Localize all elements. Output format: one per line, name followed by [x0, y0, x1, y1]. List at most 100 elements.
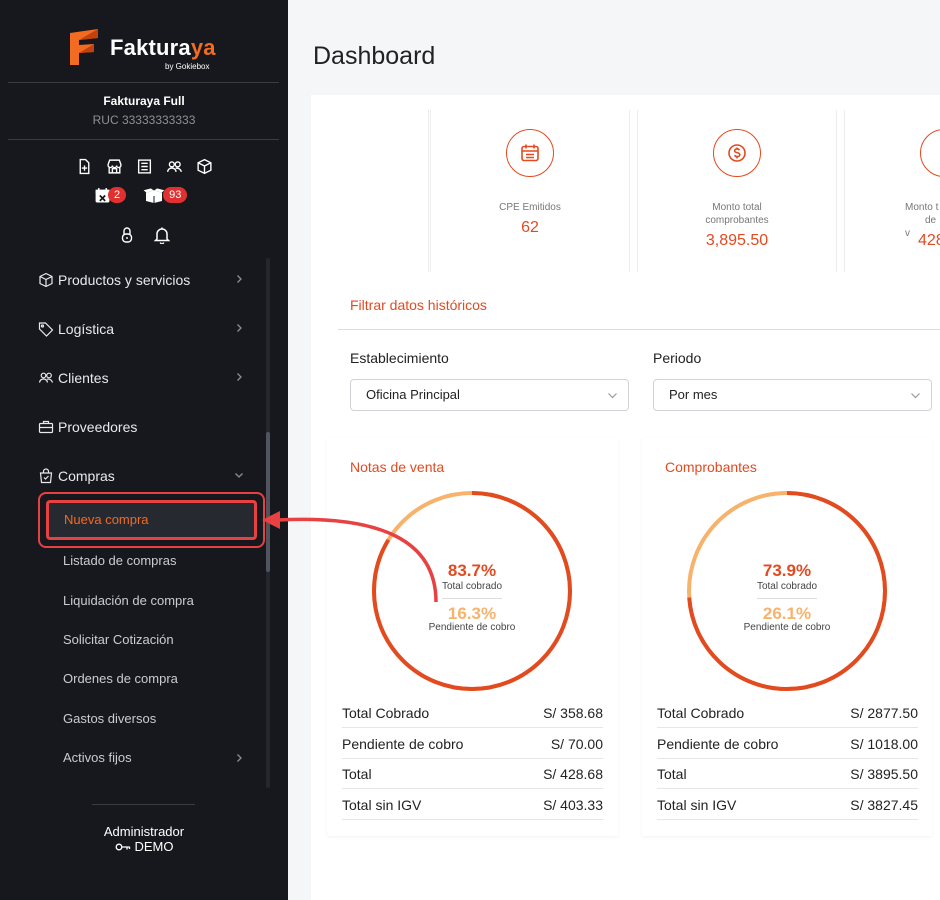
cpe-value: 62: [521, 219, 539, 236]
row-value: S/ 70.00: [550, 735, 603, 752]
filter-title: Filtrar datos históricos: [350, 297, 487, 313]
calendar-badge[interactable]: 2: [94, 186, 127, 204]
tag-icon: [38, 322, 54, 337]
calendar-count: 2: [108, 187, 127, 203]
periodo-select[interactable]: Por mes: [653, 379, 932, 411]
notas-cobrado-pct: 83.7%: [447, 561, 497, 580]
store-icon[interactable]: [106, 158, 123, 175]
shopping-bag-icon: [39, 468, 53, 484]
row-value: S/ 403.33: [543, 796, 603, 813]
brand-logo[interactable]: Fakturaya by Gokiebox: [68, 25, 228, 75]
divider: [92, 804, 195, 805]
menu-label: Proveedores: [58, 419, 138, 435]
menu-item-clientes[interactable]: Clientes: [38, 364, 250, 392]
stat-icon-circle: [506, 129, 554, 177]
chevron-right-icon: [237, 373, 242, 381]
stat-icon-circle: [713, 129, 761, 177]
chevron-down-icon: [608, 393, 617, 399]
row-label: Pendiente de cobro: [342, 735, 464, 752]
stat-card-empty: [311, 110, 429, 272]
package-icon[interactable]: [196, 158, 213, 175]
chevron-right-icon: [237, 324, 242, 332]
bell-icon[interactable]: [153, 226, 171, 244]
notas-row: Total Cobrado S/ 358.68: [342, 698, 603, 728]
users-icon: [38, 372, 54, 383]
user-name: DEMO: [134, 839, 174, 854]
menu-item-proveedores[interactable]: Proveedores: [38, 413, 250, 441]
box-count: 93: [163, 187, 188, 203]
calendar-list-icon: [521, 144, 539, 162]
badge-row: 2 93: [94, 186, 188, 204]
comprobantes-row: Total Cobrado S/ 2877.50: [657, 698, 918, 728]
user-account[interactable]: DEMO: [0, 839, 288, 854]
row-value: S/ 3895.50: [850, 765, 918, 782]
pct-separator: [757, 598, 817, 599]
chevron-down-icon: [911, 393, 920, 399]
user-role: Administrador: [103, 824, 185, 839]
comprobantes-cobrado-pct: 73.9%: [762, 561, 812, 580]
notas-row: Total S/ 428.68: [342, 759, 603, 789]
menu-item-logistica[interactable]: Logística: [38, 315, 250, 343]
users-icon[interactable]: [166, 158, 183, 175]
box-badge[interactable]: 93: [142, 186, 188, 204]
quick-icons: [76, 158, 213, 175]
pct-separator: [442, 598, 502, 599]
page-title: Dashboard: [313, 42, 436, 70]
company-ruc: RUC 33333333333: [92, 113, 196, 127]
lock-icon[interactable]: [119, 226, 135, 244]
row-label: Total: [342, 765, 372, 782]
submenu-item-listado[interactable]: Listado de compras: [63, 553, 176, 568]
comprobantes-title: Comprobantes: [665, 459, 757, 475]
periodo-value: Por mes: [669, 387, 718, 402]
row-label: Total sin IGV: [657, 796, 737, 813]
briefcase-icon: [38, 420, 54, 434]
divider: [8, 82, 279, 83]
notas-row: Total sin IGV S/ 403.33: [342, 790, 603, 820]
row-value: S/ 2877.50: [850, 704, 918, 721]
notas-cobrado-label: Total cobrado: [441, 581, 503, 592]
submenu-label: Activos fijos: [63, 750, 132, 765]
fakturaya-logo-icon: [70, 29, 98, 65]
row-value: S/ 3827.45: [850, 796, 918, 813]
submenu-item-gastos[interactable]: Gastos diversos: [63, 711, 156, 726]
row-label: Total: [657, 765, 687, 782]
company-name: Fakturaya Full: [103, 94, 185, 108]
cpe-label: CPE Emitidos: [499, 202, 561, 213]
submenu-item-ordenes[interactable]: Ordenes de compra: [63, 671, 178, 686]
monto-label-line1: Monto total: [712, 202, 762, 213]
menu-label: Logística: [58, 321, 115, 337]
submenu-item-liquidacion[interactable]: Liquidación de compra: [63, 593, 194, 608]
chevron-down-icon: [235, 473, 243, 478]
submenu-item-activos[interactable]: Activos fijos: [63, 750, 243, 765]
new-document-icon[interactable]: [76, 158, 93, 175]
menu-item-productos[interactable]: Productos y servicios: [38, 266, 250, 294]
establecimiento-value: Oficina Principal: [366, 387, 460, 402]
utility-icons: [119, 226, 171, 244]
menu-item-compras[interactable]: Compras: [38, 462, 250, 490]
submenu-item-nueva-compra[interactable]: Nueva compra: [46, 500, 257, 540]
menu-label: Compras: [58, 468, 115, 484]
notas-title: Notas de venta: [350, 459, 445, 475]
sidebar-scroll-thumb[interactable]: [266, 432, 270, 572]
establecimiento-select[interactable]: Oficina Principal: [350, 379, 629, 411]
monto-value: 3,895.50: [705, 232, 769, 249]
monto-label-line2: comprobantes: [705, 215, 769, 226]
notas-row: Pendiente de cobro S/ 70.00: [342, 729, 603, 759]
row-value: S/ 428.68: [543, 765, 603, 782]
row-label: Pendiente de cobro: [657, 735, 779, 752]
box-icon: [39, 272, 53, 288]
periodo-label: Periodo: [653, 350, 702, 366]
comprobantes-cobrado-label: Total cobrado: [756, 581, 818, 592]
submenu-item-cotizacion[interactable]: Solicitar Cotización: [63, 632, 174, 647]
row-value: S/ 358.68: [543, 704, 603, 721]
row-label: Total Cobrado: [657, 704, 745, 721]
row-label: Total sin IGV: [342, 796, 422, 813]
brand-sub: by Gokiebox: [165, 62, 210, 71]
menu-label: Clientes: [58, 370, 109, 386]
dollar-coin-icon: [728, 144, 746, 162]
menu-label: Productos y servicios: [58, 272, 191, 288]
divider: [8, 139, 279, 140]
partial-value: 428: [918, 232, 940, 249]
list-document-icon[interactable]: [136, 158, 153, 175]
notas-pendiente-pct: 16.3%: [447, 604, 497, 623]
